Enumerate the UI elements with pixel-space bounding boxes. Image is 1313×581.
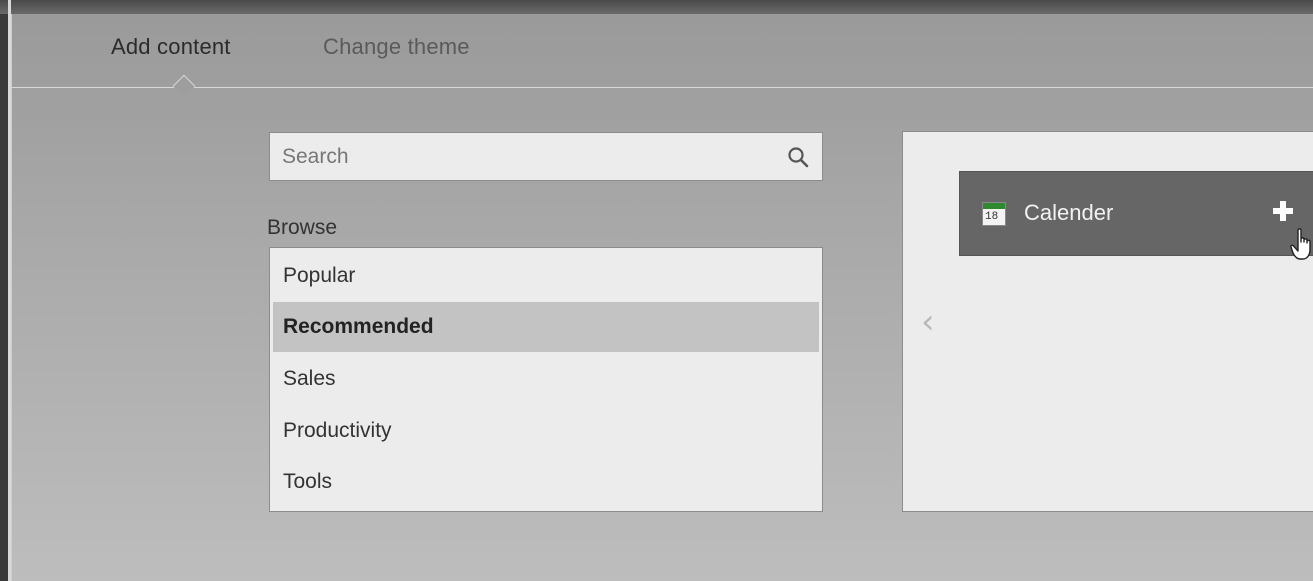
- browse-item-tools[interactable]: Tools: [273, 457, 819, 507]
- content-card-label: Calender: [1024, 200, 1114, 225]
- top-strip: [0, 0, 1313, 14]
- browse-item-popular[interactable]: Popular: [273, 251, 819, 301]
- calendar-icon: 18: [982, 202, 1006, 226]
- search-box: [269, 132, 823, 181]
- tab-bar: Add content Change theme: [12, 14, 1313, 98]
- content-card-calendar[interactable]: 18 Calender: [959, 171, 1313, 260]
- calendar-icon-header: [983, 203, 1005, 209]
- browse-heading: Browse: [267, 216, 338, 239]
- tab-change-theme[interactable]: Change theme: [323, 34, 470, 60]
- tab-add-content[interactable]: Add content: [111, 34, 231, 60]
- content-carousel: ‹ 18 Calender: [902, 131, 1313, 512]
- app-frame: Add content Change theme Browse Popular …: [0, 0, 1313, 581]
- browse-item-sales[interactable]: Sales: [273, 354, 819, 404]
- hand-cursor-icon: [1290, 228, 1311, 260]
- browse-item-recommended[interactable]: Recommended: [273, 302, 819, 352]
- browse-list: Popular Recommended Sales Productivity T…: [269, 247, 823, 512]
- chevron-left-icon[interactable]: ‹: [921, 302, 935, 342]
- search-icon[interactable]: [786, 145, 810, 169]
- active-tab-pointer: [172, 74, 196, 98]
- add-content-panel: Add content Change theme Browse Popular …: [11, 14, 1313, 581]
- browse-item-productivity[interactable]: Productivity: [273, 406, 819, 456]
- search-input[interactable]: [270, 133, 770, 180]
- plus-icon[interactable]: [1270, 198, 1296, 224]
- calendar-icon-day: 18: [985, 211, 999, 223]
